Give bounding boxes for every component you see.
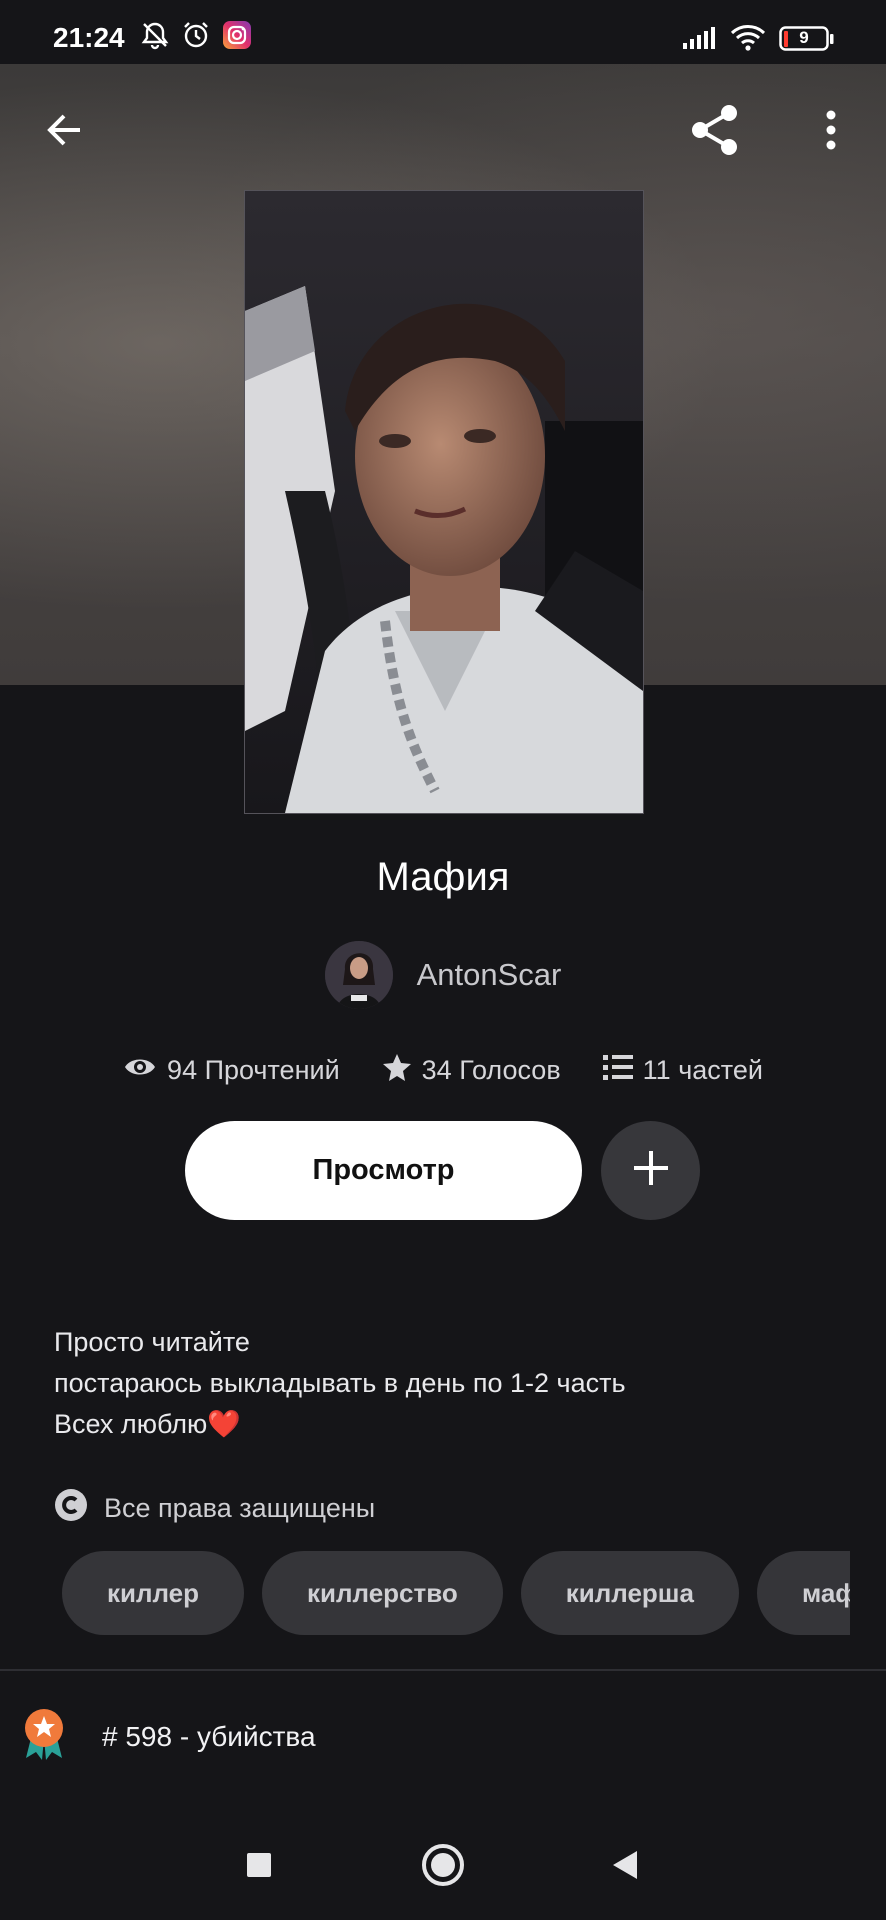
description-line: Всех люблю❤️: [54, 1409, 241, 1439]
top-toolbar: [0, 90, 886, 170]
reads-count: 94 Прочтений: [167, 1054, 340, 1085]
ranking-badge-icon: [22, 1708, 66, 1765]
votes-stat: 34 Голосов: [382, 1052, 561, 1089]
reads-stat: 94 Прочтений: [123, 1055, 340, 1086]
author-name[interactable]: AntonScar: [417, 957, 562, 993]
more-vertical-icon[interactable]: [806, 90, 856, 170]
copyright-row: Все права защищены: [54, 1488, 375, 1529]
tag-chip[interactable]: мафия: [756, 1551, 850, 1635]
ranking-row[interactable]: # 598 - убийства: [22, 1708, 316, 1765]
recents-icon[interactable]: [238, 1830, 280, 1900]
alarm-icon: [181, 20, 211, 55]
tag-chip[interactable]: киллер: [62, 1551, 245, 1635]
status-bar: 21:24 9: [0, 0, 886, 64]
story-description: Просто читайте постараюсь выкладывать в …: [54, 1322, 834, 1445]
back-arrow-icon[interactable]: [32, 90, 96, 170]
plus-icon: [631, 1148, 671, 1193]
divider: [0, 1669, 886, 1671]
story-title: Мафия: [376, 855, 510, 899]
tag-chip[interactable]: киллерство: [262, 1551, 503, 1635]
tag-chip[interactable]: киллерша: [520, 1551, 739, 1635]
description-line: Просто читайте: [54, 1327, 250, 1357]
instagram-icon: [222, 20, 252, 55]
author-avatar[interactable]: [324, 941, 393, 1009]
star-icon: [382, 1052, 412, 1089]
story-cover-image[interactable]: [244, 190, 644, 814]
home-icon[interactable]: [418, 1830, 468, 1900]
battery-level: 9: [799, 28, 809, 47]
author-row[interactable]: AntonScar: [0, 940, 886, 1010]
tags-row: киллер киллерство киллерша мафия: [62, 1551, 850, 1637]
votes-count: 34 Голосов: [421, 1054, 561, 1085]
share-icon[interactable]: [680, 90, 750, 170]
parts-count: 11 частей: [642, 1054, 763, 1085]
back-nav-icon[interactable]: [604, 1830, 646, 1900]
signal-icon: [682, 26, 716, 55]
copyright-text: Все права защищены: [104, 1493, 376, 1523]
bell-off-icon: [140, 20, 170, 55]
eye-icon: [123, 1055, 157, 1086]
read-button[interactable]: Просмотр: [185, 1121, 582, 1220]
status-time: 21:24: [53, 22, 125, 53]
system-navigation-bar: [0, 1830, 886, 1900]
ranking-text[interactable]: # 598 - убийства: [102, 1721, 316, 1753]
description-line: постараюсь выкладывать в день по 1-2 час…: [54, 1368, 626, 1398]
wifi-icon: [730, 24, 766, 57]
battery-icon: 9: [779, 26, 835, 52]
add-to-library-button[interactable]: [601, 1121, 700, 1220]
story-stats: 94 Прочтений 34 Голосов 11 частей: [0, 1050, 886, 1090]
list-icon: [602, 1054, 633, 1087]
copyright-icon: [54, 1488, 88, 1529]
parts-stat: 11 частей: [602, 1054, 763, 1087]
